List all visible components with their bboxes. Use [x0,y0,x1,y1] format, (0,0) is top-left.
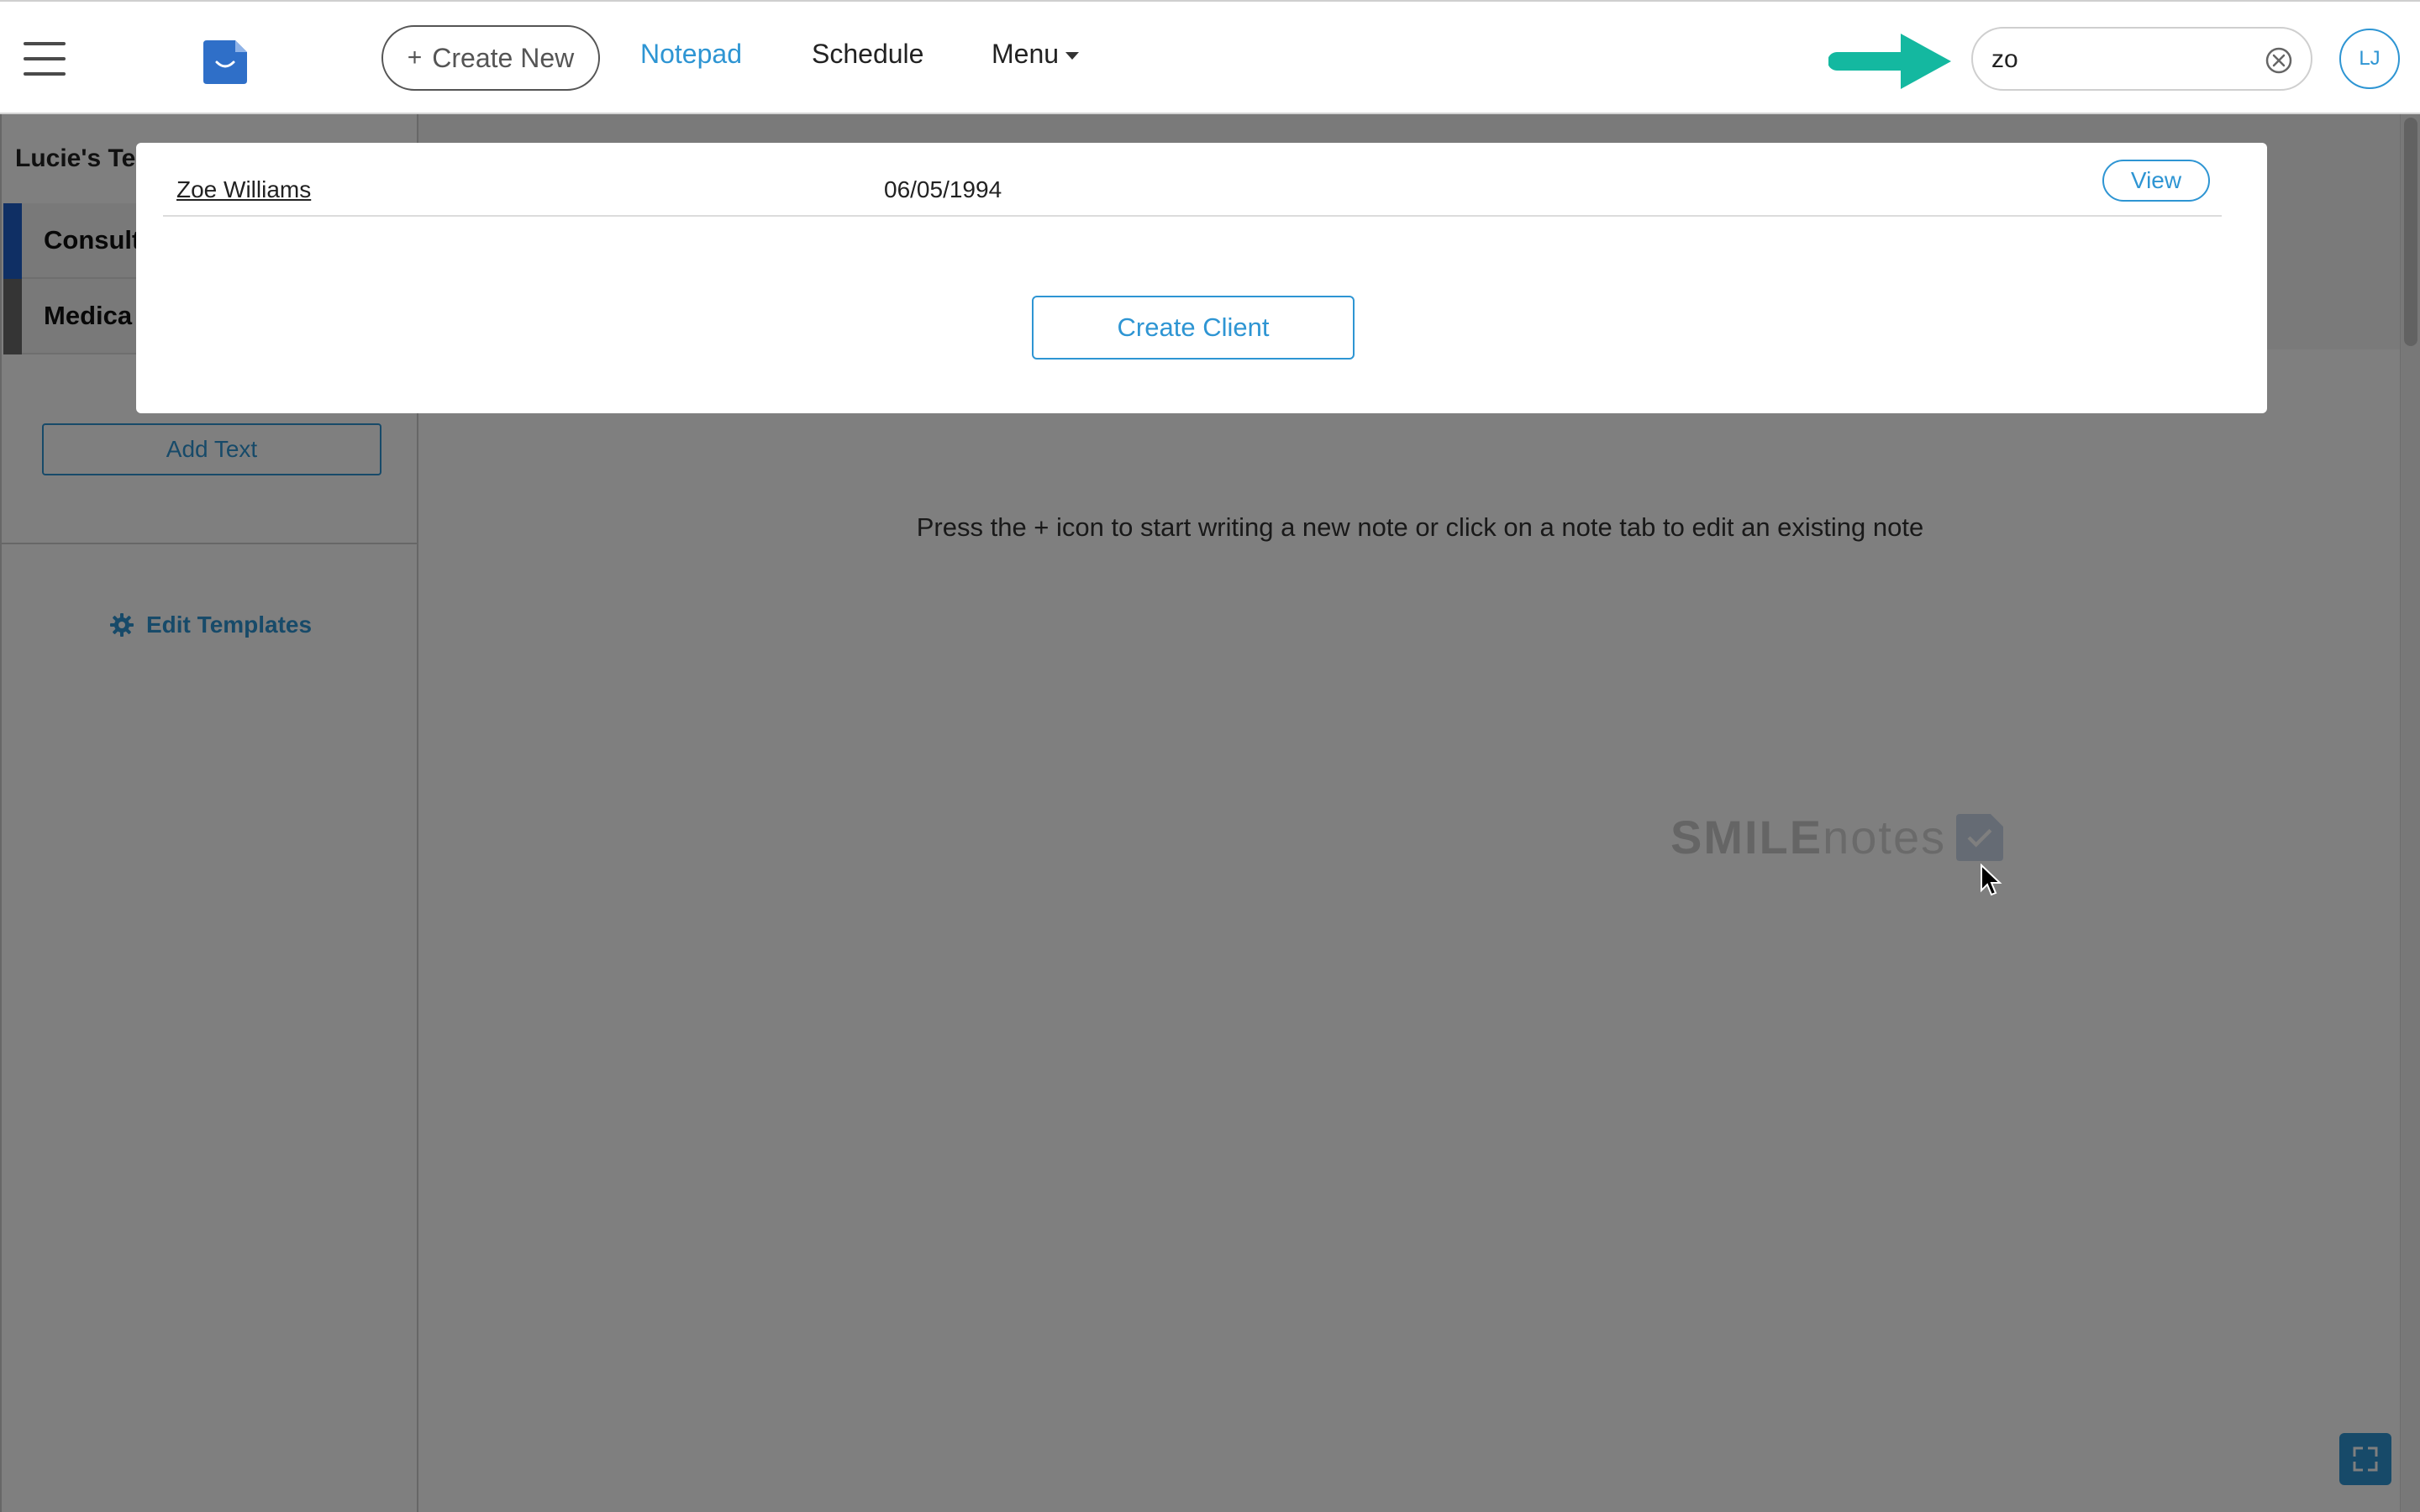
client-dob: 06/05/1994 [884,176,1002,202]
user-avatar[interactable]: LJ [2339,29,2400,89]
view-client-button[interactable]: View [2102,160,2210,202]
top-navbar: + Create New Notepad Schedule Menu LJ [0,0,2420,114]
nav-menu-label: Menu [992,39,1060,69]
plus-icon: + [407,44,423,71]
hamburger-menu-icon[interactable] [24,42,66,76]
client-search-input[interactable] [1991,42,2244,77]
client-search-box [1971,27,2312,91]
app-logo-icon[interactable] [203,40,247,84]
clear-search-icon[interactable] [2264,45,2294,76]
nav-menu-dropdown[interactable]: Menu [992,39,1080,70]
caret-down-icon [1065,52,1080,60]
arrow-right-icon [1828,34,1951,89]
search-result-row: Zoe Williams 06/05/1994 View [163,160,2222,217]
client-name-link[interactable]: Zoe Williams [176,176,311,203]
create-new-button[interactable]: + Create New [381,25,600,91]
mouse-pointer-icon [1981,864,2002,896]
search-results-panel: Zoe Williams 06/05/1994 View Create Clie… [136,143,2267,413]
create-new-label: Create New [432,42,575,73]
create-client-button[interactable]: Create Client [1032,296,1355,360]
nav-schedule-link[interactable]: Schedule [812,39,923,70]
nav-notepad-link[interactable]: Notepad [640,39,742,70]
